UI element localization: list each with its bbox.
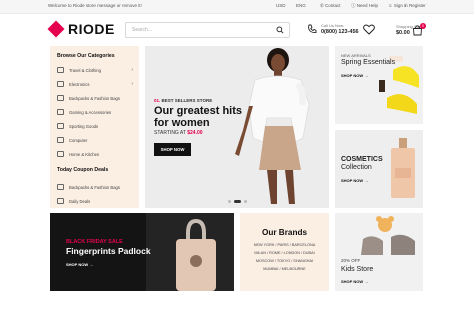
- hero-banner: 01. BEST SELLERS STORE Our greatest hits…: [145, 46, 329, 208]
- wishlist-icon[interactable]: [363, 24, 375, 35]
- brands-title: Our Brands: [261, 228, 308, 237]
- kids-shoes-image: [361, 216, 415, 255]
- hero-shop-now-button[interactable]: SHOP NOW: [154, 143, 191, 156]
- promo-kids-store[interactable]: 20% OFF Kids Store SHOP NOW →: [335, 213, 423, 291]
- black-friday-product: Fingerprints Padlock: [66, 246, 151, 256]
- backpack-icon: [57, 184, 64, 190]
- sport-icon: [57, 123, 64, 129]
- kids-discount: 20% OFF: [341, 258, 361, 263]
- currency-select[interactable]: USD: [276, 3, 286, 8]
- kids-shop-now[interactable]: SHOP NOW →: [341, 279, 368, 284]
- carousel-dot[interactable]: [228, 200, 231, 203]
- gamepad-icon: [57, 109, 64, 115]
- site-logo[interactable]: RIODE: [47, 20, 115, 38]
- sidebar-item-electronics[interactable]: Electronics ›: [57, 79, 133, 89]
- logo-text: RIODE: [68, 21, 115, 37]
- promo-black-friday[interactable]: BLACK FRIDAY SALE Fingerprints Padlock S…: [50, 213, 234, 291]
- backpack-icon: [57, 95, 64, 101]
- call-number: 0(800) 123-456: [321, 29, 359, 35]
- hero-price: STARTING AT $24.00: [154, 130, 203, 136]
- sidebar-item-computer[interactable]: Computer: [57, 135, 133, 145]
- clothing-icon: [57, 67, 64, 73]
- chevron-right-icon: ›: [131, 67, 133, 73]
- sidebar-item-gaming[interactable]: Gaming & Accessories: [57, 107, 133, 117]
- promo-our-brands[interactable]: Our Brands NEW YORK / PARIS / BARCELONA …: [240, 213, 329, 291]
- search-input[interactable]: Search...: [125, 22, 290, 38]
- register-link[interactable]: Register: [409, 3, 426, 8]
- search-placeholder: Search...: [132, 27, 153, 33]
- top-bar: Welcome to Riode store message or remove…: [0, 0, 474, 14]
- categories-heading: Browse Our Categories: [57, 53, 115, 59]
- logo-mark: [47, 20, 65, 38]
- sidebar-item-sporting[interactable]: Sporting Goods: [57, 121, 133, 131]
- chevron-right-icon: ›: [131, 81, 133, 87]
- carousel-dots: [228, 200, 247, 203]
- computer-icon: [57, 137, 64, 143]
- category-sidebar: Browse Our Categories Travel & Clothing …: [50, 46, 139, 208]
- arrow-right-icon: →: [364, 279, 369, 284]
- call-label: Call Us Now:: [321, 23, 345, 28]
- sidebar-item-backpacks[interactable]: Backpacks & Fashion Bags: [57, 93, 133, 103]
- language-select[interactable]: ENG: [296, 3, 306, 8]
- search-icon[interactable]: [276, 26, 284, 34]
- electronics-icon: [57, 81, 64, 87]
- black-friday-shop-now[interactable]: SHOP NOW →: [66, 262, 93, 267]
- sidebar-item-coupon-backpacks[interactable]: Backpacks & Fashion Bags: [57, 182, 133, 192]
- cosmetics-shop-now[interactable]: SHOP NOW →: [341, 178, 368, 183]
- sidebar-item-daily-deals[interactable]: Daily Deals: [57, 196, 133, 206]
- promo-cosmetics[interactable]: COSMETICS Collection SHOP NOW →: [335, 130, 423, 208]
- sidebar-item-travel-clothing[interactable]: Travel & Clothing ›: [57, 65, 133, 75]
- arrow-right-icon: →: [364, 178, 369, 183]
- brands-line: MUMBAI / MELBOURNE: [263, 267, 306, 271]
- phone-icon: [308, 24, 317, 34]
- promo-spring-essentials[interactable]: NEW ARRIVALS Spring Essentials SHOP NOW …: [335, 46, 423, 124]
- contact-link[interactable]: ✆ Contact: [320, 3, 341, 9]
- home-icon: [57, 151, 64, 157]
- cart-total: $0.00: [396, 30, 410, 36]
- brands-line: NEW YORK / PARIS / BARCELONA: [253, 243, 316, 247]
- arrow-right-icon: →: [364, 73, 369, 78]
- spring-shop-now[interactable]: SHOP NOW →: [341, 73, 368, 78]
- hero-headline: Our greatest hits for women: [154, 105, 243, 129]
- black-friday-sale-label: BLACK FRIDAY SALE: [66, 239, 123, 245]
- coupon-heading: Today Coupon Deals: [57, 167, 109, 173]
- welcome-message: Welcome to Riode store message or remove…: [48, 3, 142, 8]
- perfume-image: [391, 138, 415, 198]
- slash-separator: /: [405, 3, 407, 8]
- arrow-right-icon: →: [89, 262, 94, 267]
- hero-subtitle: 01. BEST SELLERS STORE: [154, 98, 213, 103]
- spring-small: NEW ARRIVALS: [341, 53, 371, 58]
- deals-icon: [57, 198, 64, 204]
- carousel-dot[interactable]: [244, 200, 247, 203]
- cart-count-badge: 0: [420, 23, 426, 29]
- padlock-image: [146, 213, 234, 291]
- brands-line: MOSCOW / TOKYO / SHANGHAI: [255, 259, 314, 263]
- cosmetics-subtitle: Collection: [341, 164, 372, 171]
- kids-title: Kids Store: [341, 266, 374, 273]
- cosmetics-title: COSMETICS: [341, 156, 383, 163]
- sidebar-item-home-kitchen[interactable]: Home & Kitchen: [57, 149, 133, 159]
- spring-title: Spring Essentials: [341, 59, 396, 66]
- brands-line: MILAN / ROME / LONDON / DUBAI: [254, 251, 315, 255]
- need-help-link[interactable]: ⓘ Need Help: [351, 3, 378, 9]
- carousel-dot-active[interactable]: [234, 200, 241, 203]
